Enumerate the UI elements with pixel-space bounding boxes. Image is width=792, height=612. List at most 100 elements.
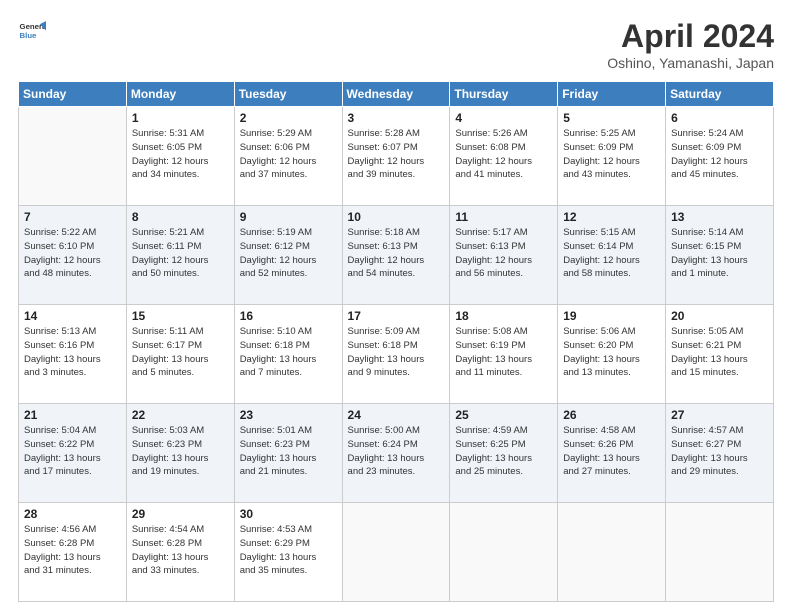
day-number: 19 (563, 309, 660, 323)
day-number: 11 (455, 210, 552, 224)
day-info: Sunrise: 5:17 AMSunset: 6:13 PMDaylight:… (455, 226, 552, 281)
day-number: 5 (563, 111, 660, 125)
day-number: 28 (24, 507, 121, 521)
day-info: Sunrise: 5:11 AMSunset: 6:17 PMDaylight:… (132, 325, 229, 380)
logo: General Blue (18, 18, 46, 46)
day-info: Sunrise: 4:56 AMSunset: 6:28 PMDaylight:… (24, 523, 121, 578)
day-number: 10 (348, 210, 445, 224)
header-wednesday: Wednesday (342, 82, 450, 107)
table-row: 14Sunrise: 5:13 AMSunset: 6:16 PMDayligh… (19, 305, 127, 404)
day-number: 16 (240, 309, 337, 323)
table-row: 20Sunrise: 5:05 AMSunset: 6:21 PMDayligh… (666, 305, 774, 404)
table-row: 10 Sunrise: 5:18 AMSunset: 6:13 PMDayligh… (342, 206, 450, 305)
day-info: Sunrise: 5:29 AMSunset: 6:06 PMDaylight:… (240, 127, 337, 182)
calendar-row: 21 Sunrise: 5:04 AMSunset: 6:22 PMDayligh… (19, 404, 774, 503)
table-row: 25Sunrise: 4:59 AMSunset: 6:25 PMDayligh… (450, 404, 558, 503)
table-row: 30Sunrise: 4:53 AMSunset: 6:29 PMDayligh… (234, 503, 342, 602)
day-info: Sunrise: 4:58 AMSunset: 6:26 PMDaylight:… (563, 424, 660, 479)
day-number: 9 (240, 210, 337, 224)
day-number: 3 (348, 111, 445, 125)
day-number: 2 (240, 111, 337, 125)
weekday-header-row: Sunday Monday Tuesday Wednesday Thursday… (19, 82, 774, 107)
day-number: 13 (671, 210, 768, 224)
table-row: 23 Sunrise: 5:01 AMSunset: 6:23 PMDayligh… (234, 404, 342, 503)
day-info: Sunrise: 5:08 AMSunset: 6:19 PMDaylight:… (455, 325, 552, 380)
day-info: Sunrise: 5:03 AMSunset: 6:23 PMDaylight:… (132, 424, 229, 479)
table-row (450, 503, 558, 602)
day-info: Sunrise: 5:10 AMSunset: 6:18 PMDaylight:… (240, 325, 337, 380)
day-number: 30 (240, 507, 337, 521)
header: General Blue April 2024 Oshino, Yamanash… (18, 18, 774, 71)
day-info: Sunrise: 5:22 AMSunset: 6:10 PMDaylight:… (24, 226, 121, 281)
logo-icon: General Blue (18, 18, 46, 46)
day-info: Sunrise: 5:04 AMSunset: 6:22 PMDaylight:… (24, 424, 121, 479)
day-number: 23 (240, 408, 337, 422)
day-number: 4 (455, 111, 552, 125)
day-info: Sunrise: 5:28 AMSunset: 6:07 PMDaylight:… (348, 127, 445, 182)
table-row (666, 503, 774, 602)
day-info: Sunrise: 5:09 AMSunset: 6:18 PMDaylight:… (348, 325, 445, 380)
header-sunday: Sunday (19, 82, 127, 107)
day-number: 21 (24, 408, 121, 422)
day-number: 15 (132, 309, 229, 323)
table-row: 8 Sunrise: 5:21 AMSunset: 6:11 PMDaylight… (126, 206, 234, 305)
day-info: Sunrise: 5:15 AMSunset: 6:14 PMDaylight:… (563, 226, 660, 281)
day-info: Sunrise: 5:14 AMSunset: 6:15 PMDaylight:… (671, 226, 768, 281)
day-info: Sunrise: 5:21 AMSunset: 6:11 PMDaylight:… (132, 226, 229, 281)
table-row: 22 Sunrise: 5:03 AMSunset: 6:23 PMDayligh… (126, 404, 234, 503)
header-monday: Monday (126, 82, 234, 107)
day-info: Sunrise: 5:19 AMSunset: 6:12 PMDaylight:… (240, 226, 337, 281)
table-row: 16 Sunrise: 5:10 AMSunset: 6:18 PMDayligh… (234, 305, 342, 404)
day-info: Sunrise: 5:00 AMSunset: 6:24 PMDaylight:… (348, 424, 445, 479)
table-row (342, 503, 450, 602)
calendar-row: 7 Sunrise: 5:22 AMSunset: 6:10 PMDaylight… (19, 206, 774, 305)
day-number: 18 (455, 309, 552, 323)
page: General Blue April 2024 Oshino, Yamanash… (0, 0, 792, 612)
table-row: 1Sunrise: 5:31 AMSunset: 6:05 PMDaylight… (126, 107, 234, 206)
main-title: April 2024 (607, 18, 774, 55)
day-info: Sunrise: 5:05 AMSunset: 6:21 PMDaylight:… (671, 325, 768, 380)
day-number: 26 (563, 408, 660, 422)
day-info: Sunrise: 5:25 AMSunset: 6:09 PMDaylight:… (563, 127, 660, 182)
day-info: Sunrise: 5:18 AMSunset: 6:13 PMDaylight:… (348, 226, 445, 281)
calendar-row: 1Sunrise: 5:31 AMSunset: 6:05 PMDaylight… (19, 107, 774, 206)
day-number: 24 (348, 408, 445, 422)
day-number: 27 (671, 408, 768, 422)
table-row: 12 Sunrise: 5:15 AMSunset: 6:14 PMDayligh… (558, 206, 666, 305)
day-number: 22 (132, 408, 229, 422)
day-number: 1 (132, 111, 229, 125)
day-number: 7 (24, 210, 121, 224)
calendar-table: Sunday Monday Tuesday Wednesday Thursday… (18, 81, 774, 602)
table-row: 18 Sunrise: 5:08 AMSunset: 6:19 PMDayligh… (450, 305, 558, 404)
table-row: 5 Sunrise: 5:25 AMSunset: 6:09 PMDaylight… (558, 107, 666, 206)
table-row: 15 Sunrise: 5:11 AMSunset: 6:17 PMDayligh… (126, 305, 234, 404)
day-info: Sunrise: 5:13 AMSunset: 6:16 PMDaylight:… (24, 325, 121, 380)
day-info: Sunrise: 5:01 AMSunset: 6:23 PMDaylight:… (240, 424, 337, 479)
table-row (19, 107, 127, 206)
table-row: 4Sunrise: 5:26 AMSunset: 6:08 PMDaylight… (450, 107, 558, 206)
table-row: 2 Sunrise: 5:29 AMSunset: 6:06 PMDaylight… (234, 107, 342, 206)
day-info: Sunrise: 4:54 AMSunset: 6:28 PMDaylight:… (132, 523, 229, 578)
title-block: April 2024 Oshino, Yamanashi, Japan (607, 18, 774, 71)
table-row: 26 Sunrise: 4:58 AMSunset: 6:26 PMDayligh… (558, 404, 666, 503)
svg-text:Blue: Blue (20, 31, 38, 40)
table-row: 28 Sunrise: 4:56 AMSunset: 6:28 PMDayligh… (19, 503, 127, 602)
day-info: Sunrise: 4:57 AMSunset: 6:27 PMDaylight:… (671, 424, 768, 479)
table-row: 17 Sunrise: 5:09 AMSunset: 6:18 PMDayligh… (342, 305, 450, 404)
header-saturday: Saturday (666, 82, 774, 107)
day-number: 12 (563, 210, 660, 224)
table-row: 27 Sunrise: 4:57 AMSunset: 6:27 PMDayligh… (666, 404, 774, 503)
day-number: 29 (132, 507, 229, 521)
header-friday: Friday (558, 82, 666, 107)
table-row: 24 Sunrise: 5:00 AMSunset: 6:24 PMDayligh… (342, 404, 450, 503)
calendar-row: 14Sunrise: 5:13 AMSunset: 6:16 PMDayligh… (19, 305, 774, 404)
table-row: 19 Sunrise: 5:06 AMSunset: 6:20 PMDayligh… (558, 305, 666, 404)
table-row: 13 Sunrise: 5:14 AMSunset: 6:15 PMDayligh… (666, 206, 774, 305)
day-number: 17 (348, 309, 445, 323)
day-info: Sunrise: 5:06 AMSunset: 6:20 PMDaylight:… (563, 325, 660, 380)
day-number: 8 (132, 210, 229, 224)
day-info: Sunrise: 5:24 AMSunset: 6:09 PMDaylight:… (671, 127, 768, 182)
table-row: 11 Sunrise: 5:17 AMSunset: 6:13 PMDayligh… (450, 206, 558, 305)
calendar-row: 28 Sunrise: 4:56 AMSunset: 6:28 PMDayligh… (19, 503, 774, 602)
table-row: 29 Sunrise: 4:54 AMSunset: 6:28 PMDayligh… (126, 503, 234, 602)
